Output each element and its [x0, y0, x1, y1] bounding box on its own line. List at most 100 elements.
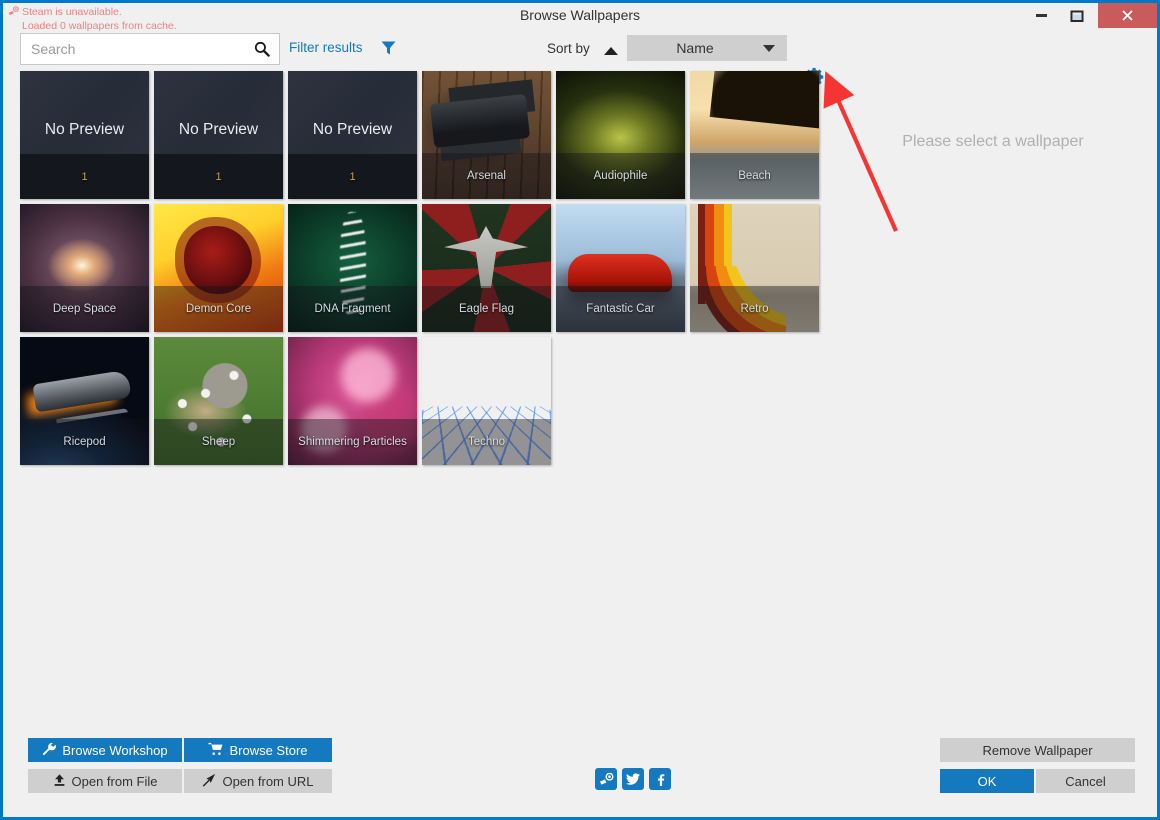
no-preview-text: No Preview	[154, 121, 283, 139]
open-from-url-button[interactable]: Open from URL	[184, 769, 332, 793]
browse-workshop-button[interactable]: Browse Workshop	[28, 738, 182, 762]
steam-warning-text: Steam is unavailable.	[22, 6, 122, 18]
ok-label: OK	[978, 774, 997, 789]
minimize-icon	[1036, 14, 1047, 17]
wallpaper-title: Beach	[735, 170, 774, 182]
wallpaper-caption-band: Ricepod	[20, 419, 149, 465]
facebook-link[interactable]	[649, 768, 671, 790]
wallpaper-caption-band: Arsenal	[422, 153, 551, 199]
open-from-url-label: Open from URL	[222, 774, 313, 789]
wallpaper-tile[interactable]: No Preview 1	[288, 71, 417, 199]
close-button[interactable]	[1098, 3, 1157, 28]
wallpaper-caption-band: Fantastic Car	[556, 286, 685, 332]
wallpaper-tile[interactable]: Techno	[422, 337, 551, 465]
twitter-link[interactable]	[622, 768, 644, 790]
search-input[interactable]	[21, 41, 254, 57]
wallpaper-grid: No Preview 1 No Preview 1 No Preview 1 Arsenal…	[20, 71, 820, 465]
cancel-button[interactable]: Cancel	[1036, 769, 1135, 793]
wallpaper-caption-band: Beach	[690, 153, 819, 199]
browse-workshop-label: Browse Workshop	[62, 743, 167, 758]
wrench-icon	[42, 742, 56, 759]
wallpaper-title: 1	[212, 171, 224, 183]
wallpaper-title: Arsenal	[464, 170, 509, 182]
wallpaper-title: Techno	[465, 436, 508, 448]
remove-wallpaper-button[interactable]: Remove Wallpaper	[940, 738, 1135, 762]
wallpaper-title: 1	[346, 171, 358, 183]
wallpaper-tile[interactable]: DNA Fragment	[288, 204, 417, 332]
sort-field-value: Name	[627, 40, 763, 56]
wallpaper-caption-band: Deep Space	[20, 286, 149, 332]
browse-store-button[interactable]: Browse Store	[184, 738, 332, 762]
wallpaper-caption-band: Shimmering Particles	[288, 419, 417, 465]
wallpaper-caption-band: 1	[288, 154, 417, 199]
search-icon[interactable]	[254, 41, 279, 57]
wallpaper-title: 1	[78, 171, 90, 183]
wallpaper-tile[interactable]: No Preview 1	[154, 71, 283, 199]
preview-placeholder-text: Please select a wallpaper	[833, 133, 1153, 151]
status-line-steam: Steam is unavailable.	[8, 6, 177, 20]
steam-link[interactable]	[595, 768, 617, 790]
chevron-down-icon	[763, 45, 775, 52]
open-from-file-label: Open from File	[72, 774, 158, 789]
wallpaper-title: Retro	[737, 303, 771, 315]
steam-icon	[599, 772, 614, 787]
wallpaper-title: Sheep	[199, 436, 238, 448]
wallpaper-tile[interactable]: No Preview 1	[20, 71, 149, 199]
twitter-icon	[626, 772, 640, 786]
no-preview-text: No Preview	[20, 121, 149, 139]
filter-results-link[interactable]: Filter results	[289, 40, 363, 55]
sort-direction-ascending-icon[interactable]	[604, 47, 618, 55]
wallpaper-title: Shimmering Particles	[295, 436, 410, 448]
wallpaper-tile[interactable]: Eagle Flag	[422, 204, 551, 332]
maximize-button[interactable]	[1059, 3, 1095, 28]
wallpaper-tile[interactable]: Sheep	[154, 337, 283, 465]
wallpaper-tile[interactable]: Fantastic Car	[556, 204, 685, 332]
no-preview-text: No Preview	[288, 121, 417, 139]
sort-by-label: Sort by	[547, 41, 590, 56]
upload-icon	[53, 773, 66, 790]
wallpaper-tile[interactable]: Beach	[690, 71, 819, 199]
wallpaper-title: Deep Space	[50, 303, 119, 315]
wallpaper-caption-band: Techno	[422, 419, 551, 465]
close-icon	[1121, 9, 1134, 22]
wallpaper-title: Audiophile	[591, 170, 651, 182]
wallpaper-caption-band: 1	[20, 154, 149, 199]
browse-wallpapers-window: Browse Wallpapers Steam is u	[0, 0, 1160, 820]
open-from-file-button[interactable]: Open from File	[28, 769, 182, 793]
minimize-button[interactable]	[1023, 3, 1059, 28]
wallpaper-caption-band: Eagle Flag	[422, 286, 551, 332]
wallpaper-title: Eagle Flag	[456, 303, 517, 315]
facebook-icon	[653, 772, 667, 786]
search-box[interactable]	[20, 33, 280, 65]
wallpaper-caption-band: 1	[154, 154, 283, 199]
wallpaper-caption-band: Sheep	[154, 419, 283, 465]
wallpaper-caption-band: DNA Fragment	[288, 286, 417, 332]
wallpaper-tile[interactable]: Ricepod	[20, 337, 149, 465]
ok-button[interactable]: OK	[940, 769, 1034, 793]
toolbar: Filter results Sort by Name	[3, 31, 1157, 69]
wallpaper-tile[interactable]: Arsenal	[422, 71, 551, 199]
wallpaper-title: Ricepod	[60, 436, 108, 448]
wallpaper-title: DNA Fragment	[311, 303, 393, 315]
browse-store-label: Browse Store	[229, 743, 307, 758]
wallpaper-title: Demon Core	[183, 303, 254, 315]
wallpaper-tile[interactable]: Retro	[690, 204, 819, 332]
filter-icon[interactable]	[381, 40, 396, 61]
wallpaper-tile[interactable]: Deep Space	[20, 204, 149, 332]
wallpaper-tile[interactable]: Audiophile	[556, 71, 685, 199]
wallpaper-tile[interactable]: Demon Core	[154, 204, 283, 332]
wallpaper-caption-band: Retro	[690, 286, 819, 332]
steam-icon	[8, 6, 19, 20]
wallpaper-caption-band: Demon Core	[154, 286, 283, 332]
remove-wallpaper-label: Remove Wallpaper	[982, 743, 1092, 758]
status-messages: Steam is unavailable. Loaded 0 wallpaper…	[8, 6, 177, 32]
wallpaper-title: Fantastic Car	[583, 303, 657, 315]
cancel-label: Cancel	[1065, 774, 1105, 789]
sort-field-dropdown[interactable]: Name	[627, 35, 787, 61]
maximize-icon	[1070, 9, 1084, 23]
wallpaper-caption-band: Audiophile	[556, 153, 685, 199]
social-links	[595, 768, 671, 790]
cart-icon	[208, 742, 223, 759]
arrow-icon	[202, 773, 216, 790]
wallpaper-tile[interactable]: Shimmering Particles	[288, 337, 417, 465]
